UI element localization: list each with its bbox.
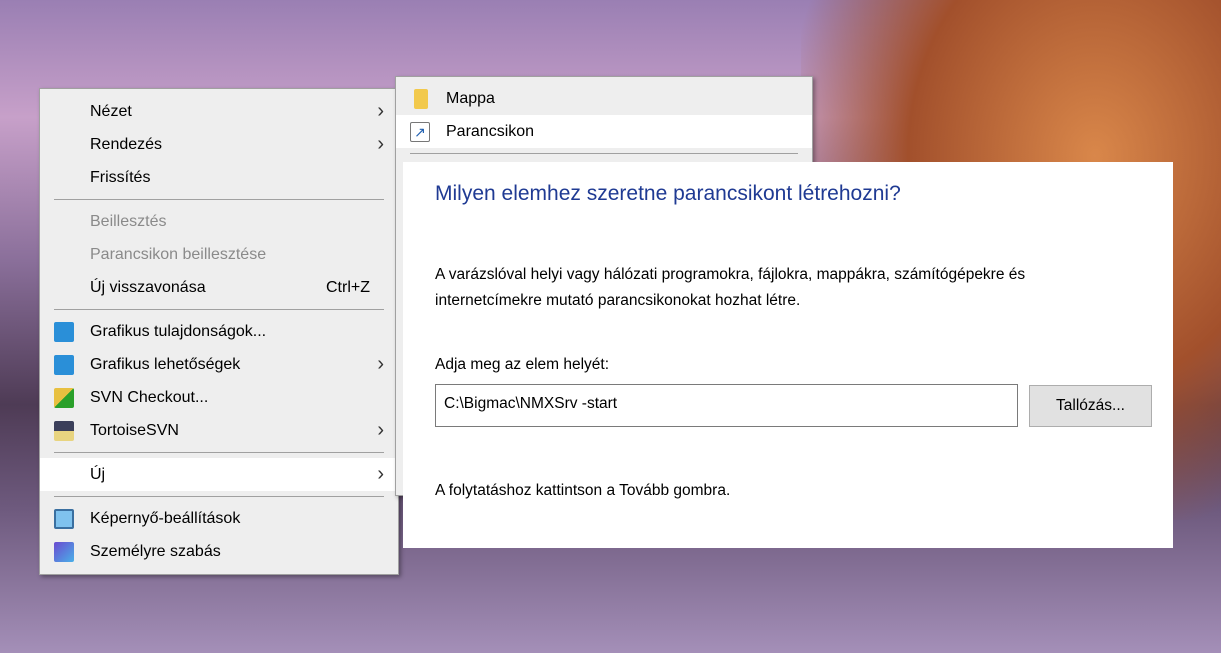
label: Grafikus tulajdonságok... bbox=[90, 323, 267, 340]
label: Rendezés bbox=[90, 136, 163, 153]
chevron-right-icon: › bbox=[377, 100, 384, 122]
label: Új visszavonása bbox=[90, 279, 206, 296]
label: TortoiseSVN bbox=[90, 422, 179, 439]
menu-item-svn-checkout[interactable]: SVN Checkout... bbox=[40, 381, 398, 414]
tortoisesvn-icon bbox=[54, 421, 74, 441]
dialog-description: A varázslóval helyi vagy hálózati progra… bbox=[435, 266, 1026, 309]
display-icon bbox=[54, 509, 74, 529]
label: Grafikus lehetőségek bbox=[90, 356, 241, 373]
separator bbox=[54, 496, 384, 497]
create-shortcut-dialog: Milyen elemhez szeretne parancsikont lét… bbox=[403, 162, 1173, 548]
label: SVN Checkout... bbox=[90, 389, 209, 406]
menu-item-shortcut[interactable]: ↗ Parancsikon bbox=[396, 115, 812, 148]
continue-hint: A folytatáshoz kattintson a Tovább gombr… bbox=[435, 482, 731, 499]
label: Parancsikon beillesztése bbox=[90, 246, 267, 263]
menu-item-undo[interactable]: Új visszavonása Ctrl+Z bbox=[40, 271, 398, 304]
separator bbox=[410, 153, 798, 154]
menu-item-graphics-properties[interactable]: Grafikus tulajdonságok... bbox=[40, 315, 398, 348]
desktop-context-menu: Nézet › Rendezés › Frissítés Beillesztés P… bbox=[39, 88, 399, 575]
label: Mappa bbox=[446, 90, 495, 107]
menu-item-new[interactable]: Új › bbox=[40, 458, 398, 491]
menu-item-view[interactable]: Nézet › bbox=[40, 95, 398, 128]
svn-checkout-icon bbox=[54, 388, 74, 408]
shortcut-text: Ctrl+Z bbox=[326, 279, 370, 296]
shortcut-icon: ↗ bbox=[410, 122, 430, 142]
menu-item-display-settings[interactable]: Képernyő-beállítások bbox=[40, 502, 398, 535]
separator bbox=[54, 199, 384, 200]
menu-item-refresh[interactable]: Frissítés bbox=[40, 161, 398, 194]
menu-item-sort[interactable]: Rendezés › bbox=[40, 128, 398, 161]
folder-icon bbox=[414, 89, 428, 109]
label: Nézet bbox=[90, 103, 132, 120]
label: Frissítés bbox=[90, 169, 151, 186]
location-label: Adja meg az elem helyét: bbox=[435, 356, 610, 373]
browse-button[interactable]: Tallózás... bbox=[1029, 385, 1152, 427]
intel-graphics-icon bbox=[54, 355, 74, 375]
intel-graphics-icon bbox=[54, 322, 74, 342]
chevron-right-icon: › bbox=[377, 463, 384, 485]
chevron-right-icon: › bbox=[377, 353, 384, 375]
label: Beillesztés bbox=[90, 213, 167, 230]
separator bbox=[54, 309, 384, 310]
personalize-icon bbox=[54, 542, 74, 562]
label: Új bbox=[90, 466, 106, 483]
label: Képernyő-beállítások bbox=[90, 510, 241, 527]
chevron-right-icon: › bbox=[377, 133, 384, 155]
dialog-title: Milyen elemhez szeretne parancsikont lét… bbox=[435, 182, 901, 205]
menu-item-tortoisesvn[interactable]: TortoiseSVN › bbox=[40, 414, 398, 447]
menu-item-folder[interactable]: Mappa bbox=[396, 82, 812, 115]
menu-item-personalize[interactable]: Személyre szabás bbox=[40, 535, 398, 568]
label: Parancsikon bbox=[446, 123, 535, 140]
menu-item-paste-shortcut[interactable]: Parancsikon beillesztése bbox=[40, 238, 398, 271]
location-input[interactable]: C:\Bigmac\NMXSrv -start bbox=[435, 384, 1018, 427]
menu-item-paste[interactable]: Beillesztés bbox=[40, 205, 398, 238]
menu-item-graphics-options[interactable]: Grafikus lehetőségek › bbox=[40, 348, 398, 381]
separator bbox=[54, 452, 384, 453]
chevron-right-icon: › bbox=[377, 419, 384, 441]
label: Személyre szabás bbox=[90, 543, 221, 560]
